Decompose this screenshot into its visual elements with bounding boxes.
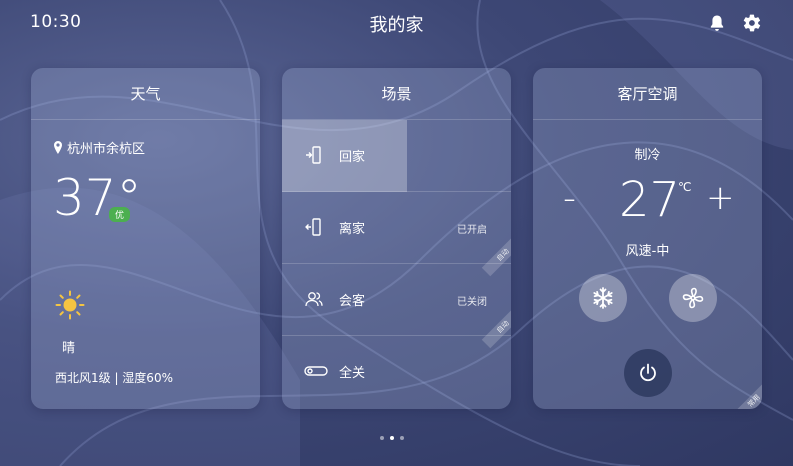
toggle-off-icon [304, 366, 328, 376]
location-text: 杭州市余杭区 [67, 142, 146, 157]
guests-icon [305, 292, 323, 307]
scene-label: 回家 [339, 150, 366, 165]
power-icon [640, 363, 656, 382]
scene-label: 会客 [339, 294, 366, 309]
status-bar: 10:30 我的家 [0, 0, 793, 46]
cool-mode-button[interactable] [579, 274, 627, 322]
page-indicator[interactable] [380, 436, 404, 440]
scene-item-away[interactable]: 离家 已开启 自动 [282, 192, 511, 277]
page-dot-active[interactable] [390, 436, 394, 440]
page-title: 我的家 [369, 15, 424, 36]
location: 杭州市余杭区 [53, 138, 145, 157]
temperature-increase-button[interactable]: + [706, 178, 735, 218]
page-dot[interactable] [380, 436, 384, 440]
scene-item-guests[interactable]: 会客 已关闭 自动 [282, 264, 511, 349]
fan-mode-button[interactable] [669, 274, 717, 322]
sun-icon [55, 290, 85, 320]
weather-card[interactable]: 天气 杭州市余杭区 37° 优 晴 西北风1级 | 湿度60% [31, 68, 260, 409]
scene-status: 已关闭 [457, 297, 487, 308]
page-dot[interactable] [400, 436, 404, 440]
scene-status: 已开启 [457, 225, 487, 236]
door-enter-icon [306, 146, 321, 164]
temperature-unit: ℃ [678, 180, 692, 194]
scene-item-all-off[interactable]: 全关 [282, 336, 511, 408]
power-button[interactable] [624, 349, 672, 397]
wind-humidity: 西北风1级 | 湿度60% [55, 371, 173, 385]
fan-speed[interactable]: 风速-中 [533, 240, 762, 259]
favorite-tag: 常用 [732, 379, 762, 409]
weather-condition: 晴 [62, 341, 76, 356]
ac-temperature: 27 [619, 172, 681, 228]
door-exit-icon [305, 218, 321, 236]
fan-icon [682, 287, 704, 309]
snowflake-icon [593, 287, 613, 309]
scene-card: 场景 回家 离家 已开启 自动 会客 已关闭 自动 全关 [282, 68, 511, 409]
weather-card-title: 天气 [31, 68, 260, 120]
air-quality-badge: 优 [109, 207, 131, 222]
scene-card-title: 场景 [282, 68, 511, 120]
ac-card: 客厅空调 制冷 - 27 ℃ + 风速-中 常用 [533, 68, 762, 409]
ac-card-title: 客厅空调 [533, 68, 762, 120]
location-pin-icon [54, 141, 62, 154]
temperature-decrease-button[interactable]: - [563, 178, 576, 219]
scene-item-home[interactable]: 回家 [282, 120, 511, 192]
scene-label: 离家 [339, 222, 366, 237]
bell-icon[interactable] [707, 13, 727, 33]
scene-label: 全关 [339, 366, 366, 381]
gear-icon[interactable] [742, 13, 762, 33]
ac-mode[interactable]: 制冷 [533, 144, 762, 163]
